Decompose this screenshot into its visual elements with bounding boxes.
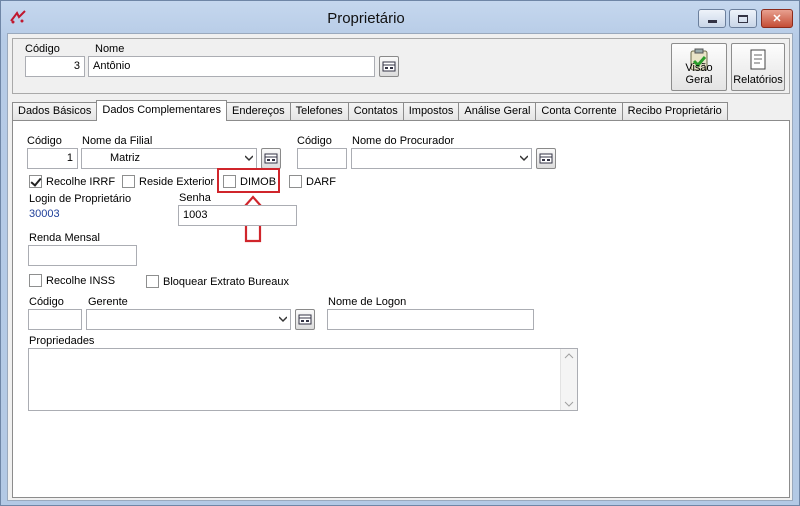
chevron-down-icon (245, 155, 253, 162)
chevron-down-icon (520, 155, 528, 162)
procurador-nome-label: Nome do Procurador (352, 135, 455, 147)
nome-logon-label: Nome de Logon (328, 296, 407, 308)
tab-dados-basicos[interactable]: Dados Básicos (12, 102, 98, 121)
senha-field[interactable]: 1003 (178, 205, 297, 226)
propriedades-textarea[interactable] (28, 348, 578, 411)
recolhe-inss-label: Recolhe INSS (46, 274, 116, 287)
checkbox-icon (29, 274, 42, 287)
minimize-button[interactable] (698, 9, 726, 28)
checkbox-checked-icon (29, 175, 42, 188)
header-panel: Código 3 Nome Antônio Visão Geral Relató… (12, 38, 790, 94)
gerente-label: Gerente (88, 296, 128, 308)
nome-label: Nome (95, 43, 125, 55)
tab-recibo-proprietario[interactable]: Recibo Proprietário (621, 102, 728, 121)
darf-label: DARF (306, 175, 336, 188)
filial-nome-select[interactable]: Matriz (81, 148, 257, 169)
tab-conta-corrente[interactable]: Conta Corrente (535, 102, 623, 121)
lookup-icon (382, 61, 396, 72)
renda-mensal-field[interactable] (28, 245, 137, 266)
login-label: Login de Proprietário (29, 193, 132, 205)
bloquear-extrato-label: Bloquear Extrato Bureaux (163, 275, 289, 288)
report-icon (750, 49, 766, 70)
lookup-icon (298, 314, 312, 325)
procurador-codigo-field[interactable] (297, 148, 347, 169)
dimob-label: DIMOB (240, 175, 277, 188)
dados-complementares-panel: Código 1 Nome da Filial Matriz Código No… (12, 120, 790, 498)
visao-geral-button[interactable]: Visão Geral (671, 43, 727, 91)
filial-codigo-field[interactable]: 1 (27, 148, 78, 169)
filial-nome-label: Nome da Filial (82, 135, 153, 147)
dimob-checkbox[interactable]: DIMOB (223, 175, 276, 188)
tab-strip: Dados Básicos Dados Complementares Ender… (12, 100, 728, 121)
maximize-icon (738, 14, 748, 23)
renda-mensal-label: Renda Mensal (29, 232, 100, 244)
relatorios-button[interactable]: Relatórios (731, 43, 785, 91)
nome-field[interactable]: Antônio (88, 56, 375, 77)
recolhe-irrf-label: Recolhe IRRF (46, 175, 116, 188)
filial-lookup-button[interactable] (261, 148, 281, 169)
gerente-codigo-label: Código (29, 296, 64, 308)
close-icon: ✕ (772, 13, 782, 25)
lookup-icon (539, 153, 553, 164)
chevron-down-icon (279, 316, 287, 323)
tab-impostos[interactable]: Impostos (402, 102, 460, 121)
bloquear-extrato-checkbox[interactable]: Bloquear Extrato Bureaux (146, 275, 289, 288)
window-title: Proprietário (327, 10, 405, 27)
tab-enderecos[interactable]: Endereços (226, 102, 291, 121)
scroll-arrows-icon (564, 353, 574, 407)
codigo-label: Código (25, 43, 60, 55)
minimize-icon (707, 20, 717, 23)
visao-geral-label: Visão Geral (685, 62, 713, 86)
propriedades-label: Propriedades (29, 335, 95, 347)
recolhe-inss-checkbox[interactable]: Recolhe INSS (29, 274, 115, 287)
reside-exterior-checkbox[interactable]: Reside Exterior (122, 175, 214, 188)
gerente-codigo-field[interactable] (28, 309, 82, 330)
checkbox-icon (223, 175, 236, 188)
close-button[interactable]: ✕ (761, 9, 793, 28)
relatorios-label: Relatórios (733, 74, 783, 86)
gerente-lookup-button[interactable] (295, 309, 315, 330)
propriedades-scrollbar[interactable] (560, 349, 577, 410)
nome-logon-field[interactable] (327, 309, 534, 330)
gerente-select[interactable] (86, 309, 291, 330)
procurador-nome-select[interactable] (351, 148, 532, 169)
title-bar[interactable]: Proprietário ✕ (1, 1, 799, 33)
checkbox-icon (122, 175, 135, 188)
reside-exterior-label: Reside Exterior (139, 175, 215, 188)
tab-telefones[interactable]: Telefones (289, 102, 349, 121)
maximize-button[interactable] (729, 9, 757, 28)
nome-lookup-button[interactable] (379, 56, 399, 77)
client-area: Código 3 Nome Antônio Visão Geral Relató… (7, 33, 793, 501)
proprietario-window: Proprietário ✕ Código 3 Nome Antônio Vis… (0, 0, 800, 506)
recolhe-irrf-checkbox[interactable]: Recolhe IRRF (29, 175, 115, 188)
procurador-codigo-label: Código (297, 135, 332, 147)
tab-dados-complementares[interactable]: Dados Complementares (96, 100, 227, 121)
login-value: 30003 (29, 208, 60, 220)
procurador-lookup-button[interactable] (536, 148, 556, 169)
filial-codigo-label: Código (27, 135, 62, 147)
checkbox-icon (146, 275, 159, 288)
checkbox-icon (289, 175, 302, 188)
lookup-icon (264, 153, 278, 164)
darf-checkbox[interactable]: DARF (289, 175, 336, 188)
filial-nome-value: Matriz (110, 152, 140, 164)
senha-label: Senha (179, 192, 211, 204)
tab-analise-geral[interactable]: Análise Geral (458, 102, 537, 121)
codigo-field[interactable]: 3 (25, 56, 85, 77)
tab-contatos[interactable]: Contatos (347, 102, 404, 121)
